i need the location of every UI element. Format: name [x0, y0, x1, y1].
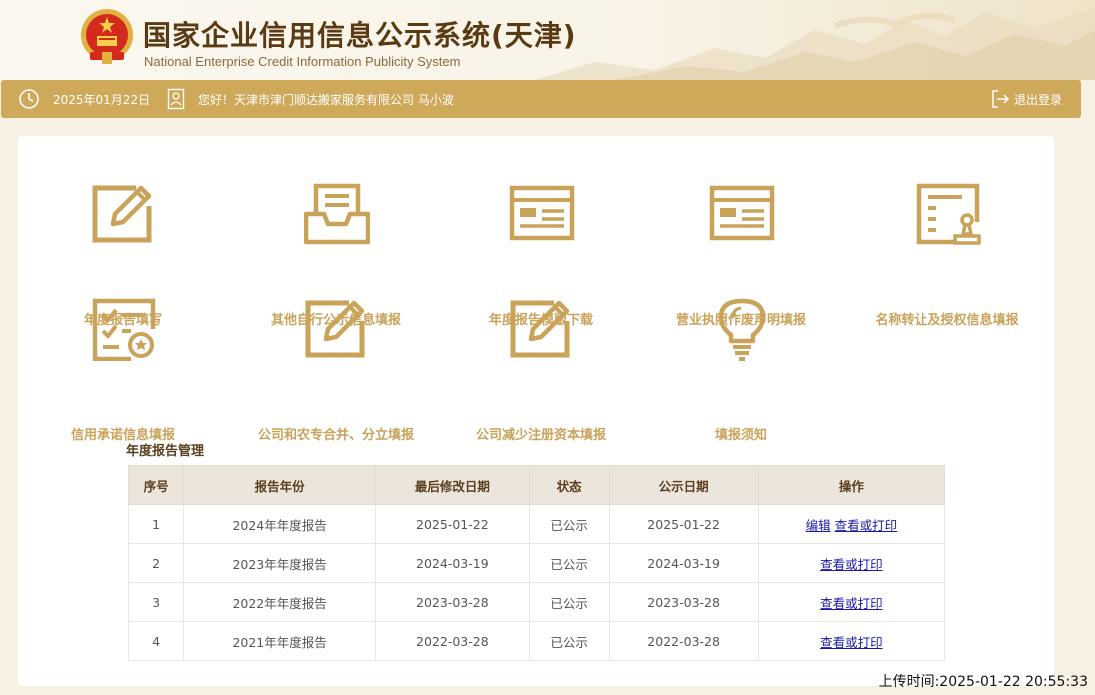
national-emblem-icon [81, 9, 133, 64]
logout-label: 退出登录 [1014, 93, 1063, 107]
table-row: 2 2023年年度报告 2024-03-19 已公示 2024-03-19 查看… [127, 543, 946, 583]
view-print-link[interactable]: 查看或打印 [820, 635, 883, 650]
actions-cell: 编辑 查看或打印 [757, 504, 946, 544]
report-year: 2023年年度报告 [183, 543, 376, 583]
tile-template-download[interactable]: 年度报告模版下载 [441, 182, 641, 328]
inbox-icon [304, 183, 370, 245]
welcome-message: 您好！天津市津门顺达搬家服务有限公司 马小波 [198, 93, 454, 107]
column-header: 序号 [127, 465, 185, 505]
status: 已公示 [528, 504, 610, 544]
edit-icon [92, 185, 152, 243]
view-print-link[interactable]: 查看或打印 [835, 518, 898, 533]
license-icon [709, 185, 775, 241]
column-header: 状态 [528, 465, 610, 505]
report-year: 2021年年度报告 [183, 621, 376, 661]
tile-filing-notice[interactable]: 填报须知 [641, 297, 841, 443]
column-header: 报告年份 [183, 465, 376, 505]
clock-icon [19, 89, 39, 109]
tile-label: 名称转让及授权信息填报 [875, 313, 1019, 328]
modified-date: 2023-03-28 [374, 582, 530, 622]
row-number: 3 [127, 582, 185, 622]
row-number: 2 [127, 543, 185, 583]
site-subtitle-english: National Enterprise Credit Information P… [144, 54, 461, 69]
published-date: 2022-03-28 [608, 621, 759, 661]
table-header-row: 序号 报告年份 最后修改日期 状态 公示日期 操作 [127, 465, 946, 505]
status-bar: 2025年01月22日 您好！天津市津门顺达搬家服务有限公司 马小波 退出登录 [1, 80, 1081, 118]
edit-icon [305, 300, 365, 358]
tile-license-void-statement[interactable]: 营业执照作废声明填报 [641, 182, 841, 328]
published-date: 2023-03-28 [608, 582, 759, 622]
actions-cell: 查看或打印 [757, 582, 946, 622]
mountain-landscape-decoration [535, 8, 1095, 80]
modified-date: 2025-01-22 [374, 504, 530, 544]
published-date: 2025-01-22 [608, 504, 759, 544]
status: 已公示 [528, 582, 610, 622]
site-header: 国家企业信用信息公示系统(天津) National Enterprise Cre… [0, 0, 1095, 80]
column-header: 操作 [757, 465, 946, 505]
report-year: 2024年年度报告 [183, 504, 376, 544]
tile-label: 公司减少注册资本填报 [475, 428, 606, 443]
current-date: 2025年01月22日 [53, 93, 151, 107]
tile-credit-commitment[interactable]: 信用承诺信息填报 [23, 297, 223, 443]
published-date: 2024-03-19 [608, 543, 759, 583]
column-header: 最后修改日期 [374, 465, 530, 505]
row-number: 4 [127, 621, 185, 661]
tile-label: 填报须知 [714, 428, 767, 443]
site-title: 国家企业信用信息公示系统(天津) [143, 19, 577, 52]
tile-other-self-disclosure[interactable]: 其他自行公示信息填报 [236, 182, 436, 328]
actions-cell: 查看或打印 [757, 621, 946, 661]
view-print-link[interactable]: 查看或打印 [820, 596, 883, 611]
edit-icon [510, 300, 570, 358]
content-panel: 年度报告填写 其他自行公示信息填报 年度报告模版下载 营业执照作废声明填报 名称… [18, 136, 1054, 686]
view-print-link[interactable]: 查看或打印 [820, 557, 883, 572]
row-number: 1 [127, 504, 185, 544]
status: 已公示 [528, 621, 610, 661]
modified-date: 2022-03-28 [374, 621, 530, 661]
user-icon [167, 88, 185, 110]
tile-merger-division[interactable]: 公司和农专合并、分立填报 [236, 297, 436, 443]
tile-capital-reduction[interactable]: 公司减少注册资本填报 [441, 297, 641, 443]
actions-cell: 查看或打印 [757, 543, 946, 583]
lightbulb-icon [718, 298, 766, 361]
table-row: 3 2022年年度报告 2023-03-28 已公示 2023-03-28 查看… [127, 582, 946, 622]
upload-time: 上传时间:2025-01-22 20:55:33 [878, 674, 1088, 690]
tile-label: 公司和农专合并、分立填报 [257, 428, 414, 443]
checklist-icon [92, 298, 156, 361]
status: 已公示 [528, 543, 610, 583]
annual-report-section-title: 年度报告管理 [126, 444, 205, 459]
report-year: 2022年年度报告 [183, 582, 376, 622]
tile-name-transfer-authorization[interactable]: 名称转让及授权信息填报 [847, 182, 1047, 328]
logout-icon [992, 90, 1010, 108]
edit-link[interactable]: 编辑 [806, 518, 831, 533]
table-row: 1 2024年年度报告 2025-01-22 已公示 2025-01-22 编辑… [127, 504, 946, 544]
column-header: 公示日期 [608, 465, 759, 505]
table-row: 4 2021年年度报告 2022-03-28 已公示 2022-03-28 查看… [127, 621, 946, 661]
logout-button[interactable]: 退出登录 [990, 88, 1062, 110]
template-icon [509, 185, 575, 241]
seal-doc-icon [916, 183, 981, 245]
modified-date: 2024-03-19 [374, 543, 530, 583]
tile-annual-report-fill[interactable]: 年度报告填写 [23, 182, 223, 328]
annual-report-table: 序号 报告年份 最后修改日期 状态 公示日期 操作 1 2024年年度报告 20… [127, 465, 946, 661]
